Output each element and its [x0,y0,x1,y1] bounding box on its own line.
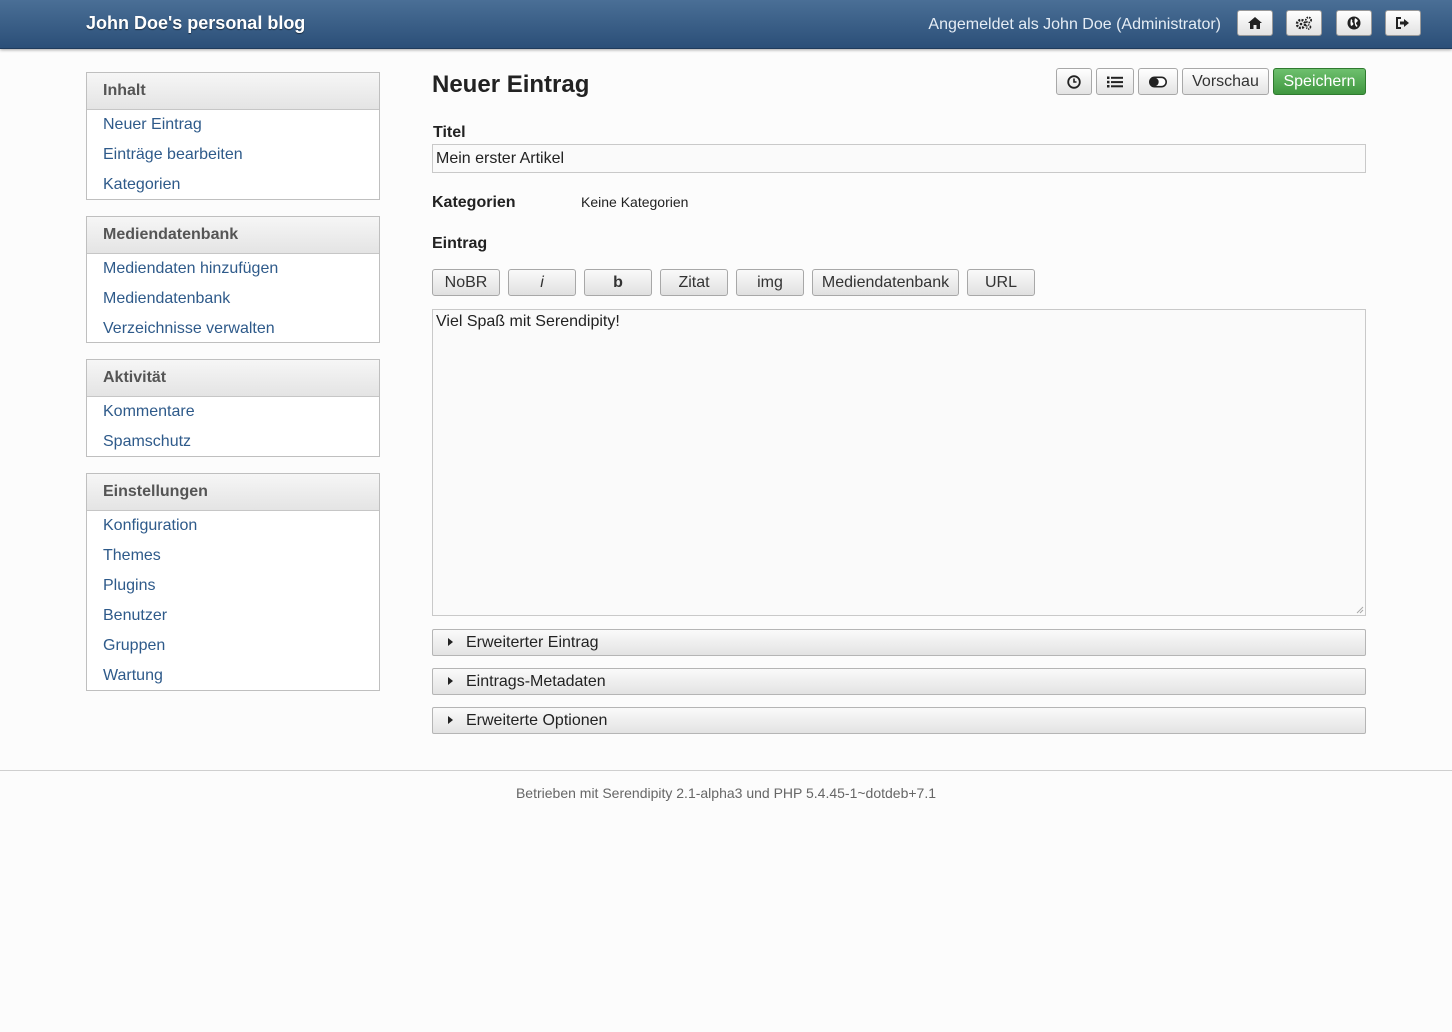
sidebar-item-manage-directories[interactable]: Verzeichnisse verwalten [87,318,379,348]
home-icon [1248,17,1262,29]
sidebar-item-maintenance[interactable]: Wartung [87,665,379,695]
view-blog-button[interactable] [1336,10,1372,36]
sidebar-section-media: Mediendatenbank Mediendaten hinzufügen M… [86,216,380,343]
quote-button[interactable]: Zitat [660,269,728,296]
toggle-icon [1149,76,1167,87]
url-button[interactable]: URL [967,269,1035,296]
settings-button[interactable] [1286,10,1322,36]
sidebar-section-title: Inhalt [87,73,379,110]
timestamp-button[interactable] [1056,68,1092,95]
sidebar-section-inhalt: Inhalt Neuer Eintrag Einträge bearbeiten… [86,72,380,200]
nobr-button[interactable]: NoBR [432,269,500,296]
advanced-options-toggle[interactable]: Erweiterte Optionen [432,707,1366,734]
save-button[interactable]: Speichern [1273,68,1366,95]
sidebar-section-title: Mediendatenbank [87,217,379,254]
image-button[interactable]: img [736,269,804,296]
sidebar-item-categories[interactable]: Kategorien [87,174,379,204]
caret-right-icon [448,716,453,724]
caret-right-icon [448,638,453,646]
sidebar-item-plugins[interactable]: Plugins [87,575,379,605]
sidebar-section-settings: Einstellungen Konfiguration Themes Plugi… [86,473,380,691]
categories-value: Keine Kategorien [581,194,689,210]
sidebar-section-title: Einstellungen [87,474,379,511]
sidebar-item-groups[interactable]: Gruppen [87,635,379,665]
logged-in-status: Angemeldet als John Doe (Administrator) [928,16,1221,33]
footer-divider [0,770,1452,771]
entry-label: Eintrag [432,235,488,252]
title-input[interactable] [432,144,1366,173]
sidebar-section-title: Aktivität [87,360,379,397]
sidebar-item-add-media[interactable]: Mediendaten hinzufügen [87,258,379,288]
sidebar-item-spam-protection[interactable]: Spamschutz [87,431,379,461]
accordion-label: Erweiterte Optionen [466,712,608,729]
clock-icon [1067,74,1081,89]
footer-text: Betrieben mit Serendipity 2.1-alpha3 und… [515,785,937,801]
extended-entry-toggle[interactable]: Erweiterter Eintrag [432,629,1366,656]
sidebar-item-comments[interactable]: Kommentare [87,401,379,431]
media-library-button[interactable]: Mediendatenbank [812,269,959,296]
settings-gears-icon [1295,16,1312,30]
title-label: Titel [433,124,466,141]
sidebar-item-media-library[interactable]: Mediendatenbank [87,288,379,318]
preview-button[interactable]: Vorschau [1182,68,1269,95]
logout-icon [1396,17,1409,29]
sidebar-item-new-entry[interactable]: Neuer Eintrag [87,114,379,144]
sidebar-item-users[interactable]: Benutzer [87,605,379,635]
entry-metadata-toggle[interactable]: Eintrags-Metadaten [432,668,1366,695]
toggle-button[interactable] [1138,68,1178,95]
categories-label: Kategorien [432,194,516,211]
resize-grip-icon[interactable] [1354,604,1364,614]
accordion-label: Erweiterter Eintrag [466,634,599,651]
bold-button[interactable]: b [584,269,652,296]
logout-button[interactable] [1385,10,1421,36]
blog-title[interactable]: John Doe's personal blog [86,13,305,34]
sidebar-item-edit-entries[interactable]: Einträge bearbeiten [87,144,379,174]
italic-button[interactable]: i [508,269,576,296]
accordion-label: Eintrags-Metadaten [466,673,606,690]
sidebar-section-activity: Aktivität Kommentare Spamschutz [86,359,380,457]
globe-icon [1347,16,1361,30]
top-navbar: John Doe's personal blog Angemeldet als … [0,0,1452,49]
sidebar-item-themes[interactable]: Themes [87,545,379,575]
sidebar-item-configuration[interactable]: Konfiguration [87,515,379,545]
list-icon [1107,76,1123,87]
category-list-button[interactable] [1096,68,1134,95]
entry-body-textarea[interactable]: Viel Spaß mit Serendipity! [432,309,1366,616]
home-button[interactable] [1237,10,1273,36]
caret-right-icon [448,677,453,685]
page-title: Neuer Eintrag [432,71,590,98]
